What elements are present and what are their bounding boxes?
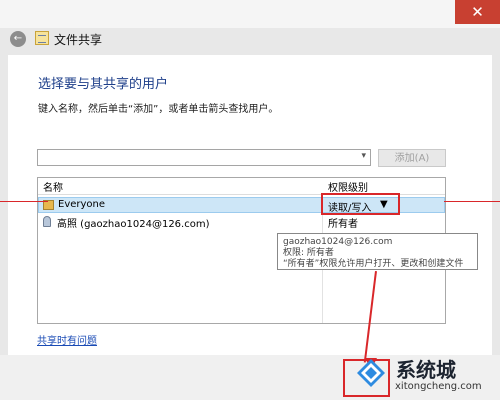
- title-bar: ✕: [0, 0, 500, 28]
- guide-line: [0, 201, 48, 202]
- guide-line: [444, 201, 500, 202]
- window-title: 文件共享: [54, 33, 103, 47]
- watermark: 系统城 xitongcheng.com: [355, 350, 500, 400]
- user-name: 高照 (gaozhao1024@126.com): [57, 219, 210, 230]
- list-item[interactable]: 高照 (gaozhao1024@126.com) 所有者: [38, 214, 445, 230]
- close-button[interactable]: ✕: [455, 0, 500, 24]
- user-name: Everyone: [58, 199, 106, 210]
- column-name-header[interactable]: 名称: [43, 179, 63, 194]
- dropdown-arrow-icon[interactable]: ▾: [361, 151, 366, 161]
- share-folder-icon: [35, 31, 49, 45]
- tooltip-permission: 权限: 所有者: [283, 248, 334, 258]
- permission-level: 所有者: [328, 219, 358, 230]
- tooltip-description: “所有者”权限允许用户打开、更改和创建文件: [283, 259, 464, 269]
- back-arrow-icon[interactable]: ←: [10, 31, 26, 47]
- instruction-text: 键入名称，然后单击“添加”，或者单击箭头查找用户。: [38, 104, 279, 115]
- tooltip: gaozhao1024@126.com 权限: 所有者 “所有者”权限允许用户打…: [277, 233, 478, 270]
- page-title: 选择要与其共享的用户: [38, 77, 169, 92]
- column-level-header[interactable]: 权限级别: [328, 179, 368, 194]
- tooltip-email: gaozhao1024@126.com: [283, 237, 393, 247]
- watermark-title: 系统城: [396, 358, 456, 382]
- watermark-logo-icon: [357, 359, 385, 387]
- watermark-domain: xitongcheng.com: [395, 381, 482, 392]
- highlight-box: [321, 193, 400, 215]
- user-icon: [43, 216, 51, 227]
- name-input[interactable]: ▾: [37, 149, 371, 166]
- add-button[interactable]: 添加(A): [378, 149, 446, 167]
- help-link[interactable]: 共享时有问题: [37, 332, 97, 347]
